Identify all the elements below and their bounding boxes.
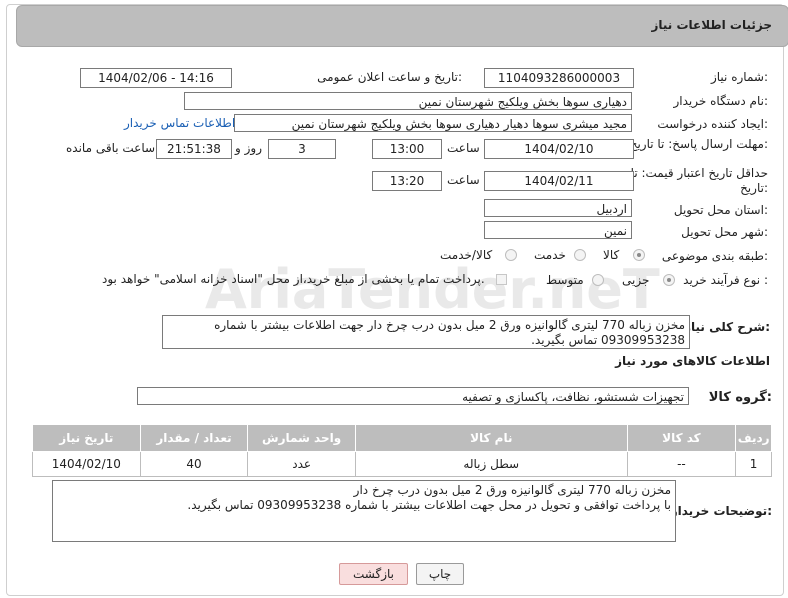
announce-label: تاریخ و ساعت اعلان عمومی: xyxy=(317,70,462,84)
announce-date-field[interactable]: 1404/02/06 - 14:16 xyxy=(80,68,232,88)
cell-unit: عدد xyxy=(247,451,356,477)
cell-name: سطل زباله xyxy=(354,451,628,477)
cell-code: -- xyxy=(626,451,737,477)
back-button[interactable]: بازگشت xyxy=(339,563,408,585)
purchase-minor-label: جزیی xyxy=(622,273,650,287)
remaining-label: ساعت باقی مانده xyxy=(66,141,156,155)
buyer-contact-link[interactable]: اطلاعات تماس خریدار xyxy=(124,116,235,130)
purchase-medium-label: متوسط xyxy=(546,273,584,287)
buyer-org-field[interactable]: دهیاری سوها بخش ویلکیج شهرستان نمین xyxy=(184,92,632,110)
table-row[interactable]: 1 -- سطل زباله عدد 40 1404/02/10 xyxy=(32,451,772,477)
page-title-bar: جزئیات اطلاعات نیاز xyxy=(16,5,788,47)
buyer-notes-textarea[interactable]: مخزن زباله 770 لیتری گالوانیزه ورق 2 میل… xyxy=(52,480,676,542)
col-row: ردیف xyxy=(735,424,772,452)
city-label: شهر محل تحویل: xyxy=(681,225,768,239)
cell-date: 1404/02/10 xyxy=(32,451,141,477)
page-title: جزئیات اطلاعات نیاز xyxy=(651,18,772,32)
treasury-payment-checkbox[interactable] xyxy=(496,274,507,285)
buyer-org-label: نام دستگاه خریدار: xyxy=(673,94,769,108)
goods-table-header: ردیف کد کالا نام کالا واحد شمارش تعداد /… xyxy=(32,424,772,452)
province-field[interactable]: اردبیل xyxy=(484,199,632,217)
price-validity-label: حداقل تاریخ اعتبار قیمت: تا تاریخ: xyxy=(630,166,768,195)
validity-time-field[interactable]: 13:20 xyxy=(372,171,442,191)
category-service-radio[interactable] xyxy=(574,249,586,261)
reply-date-field[interactable]: 1404/02/10 xyxy=(484,139,634,159)
province-label: استان محل تحویل: xyxy=(673,203,768,217)
purchase-type-label: نوع فرآیند خرید : xyxy=(683,273,768,287)
category-goods-service-radio[interactable] xyxy=(505,249,517,261)
validity-date-field[interactable]: 1404/02/11 xyxy=(484,171,634,191)
category-goods-radio[interactable] xyxy=(633,249,645,261)
goods-group-field[interactable]: تجهیزات شستشو، نظافت، پاکسازی و تصفیه xyxy=(137,387,689,405)
reply-deadline-label: مهلت ارسال پاسخ: تا تاریخ: xyxy=(629,137,768,151)
days-field[interactable]: 3 xyxy=(268,139,336,159)
category-goods-label: کالا xyxy=(603,248,620,262)
buyer-notes-label: توضیحات خریدار: xyxy=(670,504,772,518)
col-code: کد کالا xyxy=(626,424,737,452)
reply-time-field[interactable]: 13:00 xyxy=(372,139,442,159)
col-unit: واحد شمارش xyxy=(247,424,356,452)
validity-time-label: ساعت xyxy=(447,173,480,187)
col-qty: تعداد / مقدار xyxy=(139,424,249,452)
requester-field[interactable]: مجید میشری سوها دهیار دهیاری سوها بخش وی… xyxy=(234,114,632,132)
goods-group-label: گروه کالا: xyxy=(708,390,772,405)
city-field[interactable]: نمین xyxy=(484,221,632,239)
cell-row: 1 xyxy=(735,451,772,477)
requester-label: ایجاد کننده درخواست: xyxy=(657,117,768,131)
buyer-notes-line-1: مخزن زباله 770 لیتری گالوانیزه ورق 2 میل… xyxy=(353,483,671,497)
goods-section-title: اطلاعات کالاهای مورد نیاز xyxy=(615,354,770,368)
purchase-medium-radio[interactable] xyxy=(592,274,604,286)
category-goods-service-label: کالا/خدمت xyxy=(440,248,493,262)
category-label: طبقه بندی موضوعی: xyxy=(661,249,768,263)
purchase-minor-radio[interactable] xyxy=(663,274,675,286)
description-textarea[interactable]: مخزن زباله 770 لیتری گالوانیزه ورق 2 میل… xyxy=(162,315,690,349)
days-label: روز و xyxy=(235,141,262,155)
remaining-time-field: 21:51:38 xyxy=(156,139,232,159)
description-label: شرح کلی نیاز: xyxy=(684,320,770,334)
treasury-payment-note: پرداخت تمام یا بخشی از مبلغ خرید،از محل … xyxy=(102,272,485,286)
print-button[interactable]: چاپ xyxy=(416,563,464,585)
cell-qty: 40 xyxy=(139,451,249,477)
goods-table: ردیف کد کالا نام کالا واحد شمارش تعداد /… xyxy=(32,424,772,477)
col-name: نام کالا xyxy=(354,424,628,452)
watermark: AriaTender.neT xyxy=(205,258,660,321)
buyer-notes-line-2: با پرداخت توافقی و تحویل در محل جهت اطلا… xyxy=(187,498,671,512)
need-number-label: شماره نیاز: xyxy=(710,70,768,84)
need-number-field[interactable]: 1104093286000003 xyxy=(484,68,634,88)
col-date: تاریخ نیاز xyxy=(32,424,141,452)
reply-time-label: ساعت xyxy=(447,141,480,155)
category-service-label: خدمت xyxy=(534,248,566,262)
